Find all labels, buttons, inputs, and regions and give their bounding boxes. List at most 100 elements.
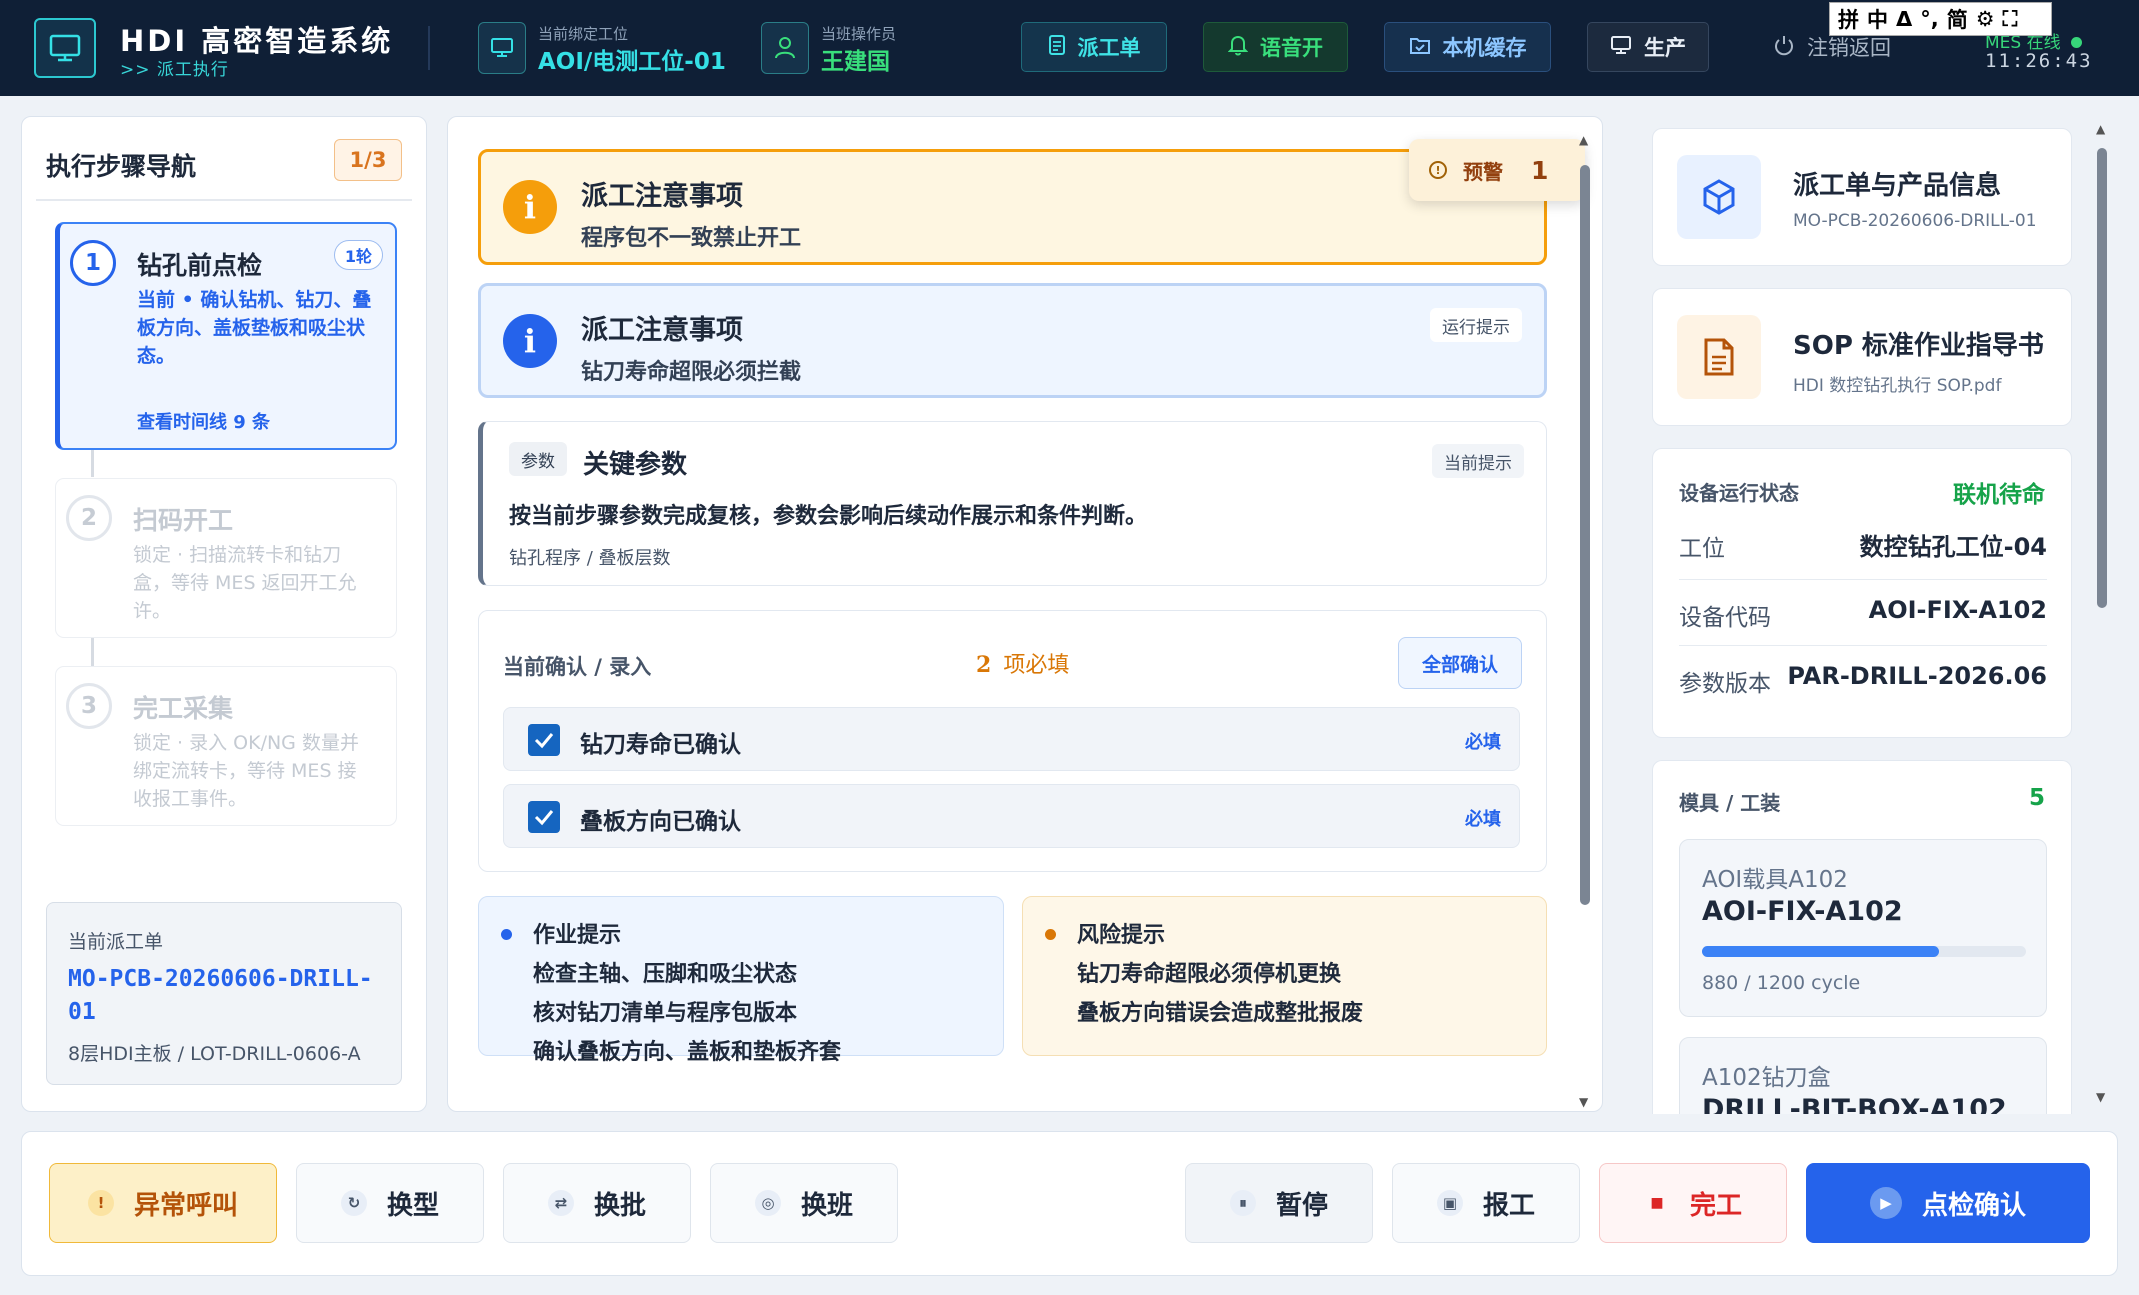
change-batch-button[interactable]: ⇄ 换批 (503, 1163, 691, 1243)
work-tip-card: 作业提示 检查主轴、压脚和吸尘状态 核对钻刀清单与程序包版本 确认叠板方向、盖板… (478, 896, 1004, 1065)
play-icon: ▶ (1869, 1187, 1902, 1219)
equipment-status-card: 设备运行状态 联机待命 工位 数控钻孔工位-04 设备代码 AOI-FIX-A1… (1652, 448, 2072, 738)
ime-toolbar[interactable]: 拼 中 ᐃ °, 简 ⚙ ⛶ (1829, 2, 2052, 36)
confirm-item[interactable]: 钻刀寿命已确认 必填 (503, 707, 1520, 771)
top-header: HDI 高密智造系统 >> 派工执行 当前绑定工位 AOI/电测工位-01 当班… (0, 0, 2139, 96)
confirm-item-label: 钻刀寿命已确认 (580, 732, 741, 758)
swap-icon: ⇄ (547, 1190, 574, 1216)
current-order-label: 当前派工单 (68, 931, 164, 953)
step-title: 扫码开工 (133, 506, 234, 535)
app-breadcrumb: >> 派工执行 (120, 60, 229, 80)
warning-popup[interactable]: ! 预警 1 (1409, 139, 1585, 201)
sop-title: SOP 标准作业指导书 (1793, 331, 2044, 361)
bullet-dot-icon (1045, 929, 1056, 940)
ime-punct-icon[interactable]: °, (1920, 7, 1938, 31)
step-navigation-panel: 执行步骤导航 1/3 1 钻孔前点检 1轮 当前 • 确认钻机、钻刀、叠板方向、… (21, 116, 427, 1112)
scroll-down-icon[interactable]: ▼ (1579, 1095, 1588, 1109)
risk-tip-line: 叠板方向错误会造成整批报废 (1077, 1001, 1364, 1026)
bullet-dot-icon (501, 929, 512, 940)
scroll-up-icon[interactable]: ▲ (2096, 122, 2105, 136)
header-divider (428, 26, 430, 70)
tooling-code: AOI-FIX-A102 (1702, 896, 1903, 927)
dispatch-notice-warning: i 派工注意事项 程序包不一致禁止开工 (478, 149, 1547, 265)
checkbox-checked-icon[interactable] (528, 724, 560, 756)
station-caption: 当前绑定工位 (538, 25, 629, 43)
required-number: 2 (976, 652, 992, 678)
notice-title: 派工注意事项 (581, 181, 743, 212)
warning-count: 1 (1531, 155, 1549, 185)
order-info-card[interactable]: 派工单与产品信息 MO-PCB-20260606-DRILL-01 (1652, 128, 2072, 266)
tooling-count: 5 (2028, 785, 2045, 811)
risk-tip-title: 风险提示 (1077, 923, 1166, 948)
target-icon: ◎ (754, 1190, 781, 1216)
change-batch-label: 换批 (593, 1190, 646, 1221)
tooling-usage: 880 / 1200 cycle (1702, 972, 1861, 994)
ime-moon-icon[interactable]: ᐃ (1896, 7, 1912, 31)
execution-panel: i 派工注意事项 程序包不一致禁止开工 ! 预警 1 i 派工注意事项 钻刀寿命… (447, 116, 1603, 1112)
change-model-button[interactable]: ↻ 换型 (296, 1163, 484, 1243)
scroll-down-icon[interactable]: ▼ (2096, 1090, 2105, 1104)
middle-scrollbar[interactable]: ▲ ▼ (1578, 133, 1592, 1109)
file-document-icon (1677, 315, 1761, 399)
exception-call-button[interactable]: ! 异常呼叫 (49, 1163, 277, 1243)
operator-value: 王建国 (821, 49, 890, 75)
row-key: 参数版本 (1679, 671, 1771, 697)
report-work-button[interactable]: ▣ 报工 (1392, 1163, 1580, 1243)
sop-card[interactable]: SOP 标准作业指导书 HDI 数控钻孔执行 SOP.pdf (1652, 288, 2072, 426)
change-shift-button[interactable]: ◎ 换班 (710, 1163, 898, 1243)
warning-label: 预警 (1463, 159, 1503, 184)
tooling-item[interactable]: AOI载具A102 AOI-FIX-A102 880 / 1200 cycle (1679, 839, 2047, 1017)
production-label: 生产 (1644, 36, 1686, 60)
dispatch-order-button[interactable]: 派工单 (1021, 22, 1167, 72)
step-item-2[interactable]: 2 扫码开工 锁定 · 扫描流转卡和钻刀盒，等待 MES 返回开工允许。 (55, 478, 397, 638)
step-number: 3 (66, 683, 112, 729)
work-tip-line: 确认叠板方向、盖板和垫板齐套 (533, 1040, 842, 1065)
scroll-up-icon[interactable]: ▲ (1579, 133, 1588, 147)
tooling-name: AOI载具A102 (1702, 867, 1848, 893)
equipment-status-value: 联机待命 (1953, 482, 2045, 508)
order-info-title: 派工单与产品信息 (1793, 171, 2002, 201)
confirm-all-button[interactable]: 全部确认 (1398, 637, 1522, 689)
params-chip: 参数 (509, 442, 567, 476)
alert-circle-icon: ! (1429, 161, 1447, 179)
equipment-row: 参数版本 PAR-DRILL-2026.06 (1679, 645, 2047, 711)
local-cache-button[interactable]: 本机缓存 (1384, 22, 1551, 72)
refresh-icon: ↻ (340, 1190, 367, 1216)
checkbox-checked-icon[interactable] (528, 801, 560, 833)
scroll-thumb[interactable] (1580, 165, 1590, 905)
risk-tip-line: 钻刀寿命超限必须停机更换 (1077, 962, 1342, 987)
confirm-item-label: 叠板方向已确认 (580, 809, 741, 835)
row-value: PAR-DRILL-2026.06 (1787, 662, 2047, 690)
divider (36, 199, 412, 201)
step-item-3[interactable]: 3 完工采集 锁定 · 录入 OK/NG 数量并绑定流转卡，等待 MES 接收报… (55, 666, 397, 826)
inspection-confirm-button[interactable]: ▶ 点检确认 (1806, 1163, 2090, 1243)
confirm-item[interactable]: 叠板方向已确认 必填 (503, 784, 1520, 848)
finish-button[interactable]: ■ 完工 (1599, 1163, 1787, 1243)
ime-settings-icon[interactable]: ⚙ (1976, 7, 1995, 31)
monitor-logo-icon (34, 18, 96, 78)
step-item-1[interactable]: 1 钻孔前点检 1轮 当前 • 确认钻机、钻刀、叠板方向、盖板垫板和吸尘状态。 … (55, 222, 397, 450)
ime-simplified-icon[interactable]: 简 (1947, 4, 1968, 34)
round-badge: 1轮 (333, 240, 383, 270)
change-model-label: 换型 (386, 1190, 439, 1221)
ime-chinese-icon[interactable]: 中 (1867, 4, 1888, 34)
tooling-item[interactable]: A102钻刀盒 DRILL-BIT-BOX-A102 (1679, 1037, 2047, 1114)
cube-icon (1677, 155, 1761, 239)
usage-progress-bar (1702, 946, 2026, 957)
pause-label: 暂停 (1275, 1190, 1328, 1221)
operator-info: 当班操作员 王建国 (761, 20, 931, 78)
params-list: 钻孔程序 / 叠板层数 (509, 548, 671, 569)
work-tip-line: 检查主轴、压脚和吸尘状态 (533, 962, 798, 987)
production-button[interactable]: 生产 (1587, 22, 1709, 72)
ime-fullscreen-icon[interactable]: ⛶ (2003, 7, 2018, 32)
right-scrollbar[interactable]: ▲ ▼ (2094, 122, 2110, 1108)
voice-toggle-button[interactable]: 语音开 (1203, 22, 1348, 72)
view-timeline-link[interactable]: 查看时间线 9 条 (137, 408, 270, 434)
action-bar: ! 异常呼叫 ↻ 换型 ⇄ 换批 ◎ 换班 ⏸ 暂停 ▣ 报工 ■ 完工 ▶ 点… (21, 1131, 2118, 1276)
online-dot-icon (2070, 37, 2082, 48)
ime-pinyin-icon[interactable]: 拼 (1838, 4, 1859, 34)
scroll-thumb[interactable] (2097, 148, 2107, 608)
step-number: 2 (66, 495, 112, 541)
dispatch-notice-info: i 派工注意事项 钻刀寿命超限必须拦截 运行提示 (478, 283, 1547, 398)
pause-button[interactable]: ⏸ 暂停 (1185, 1163, 1373, 1243)
